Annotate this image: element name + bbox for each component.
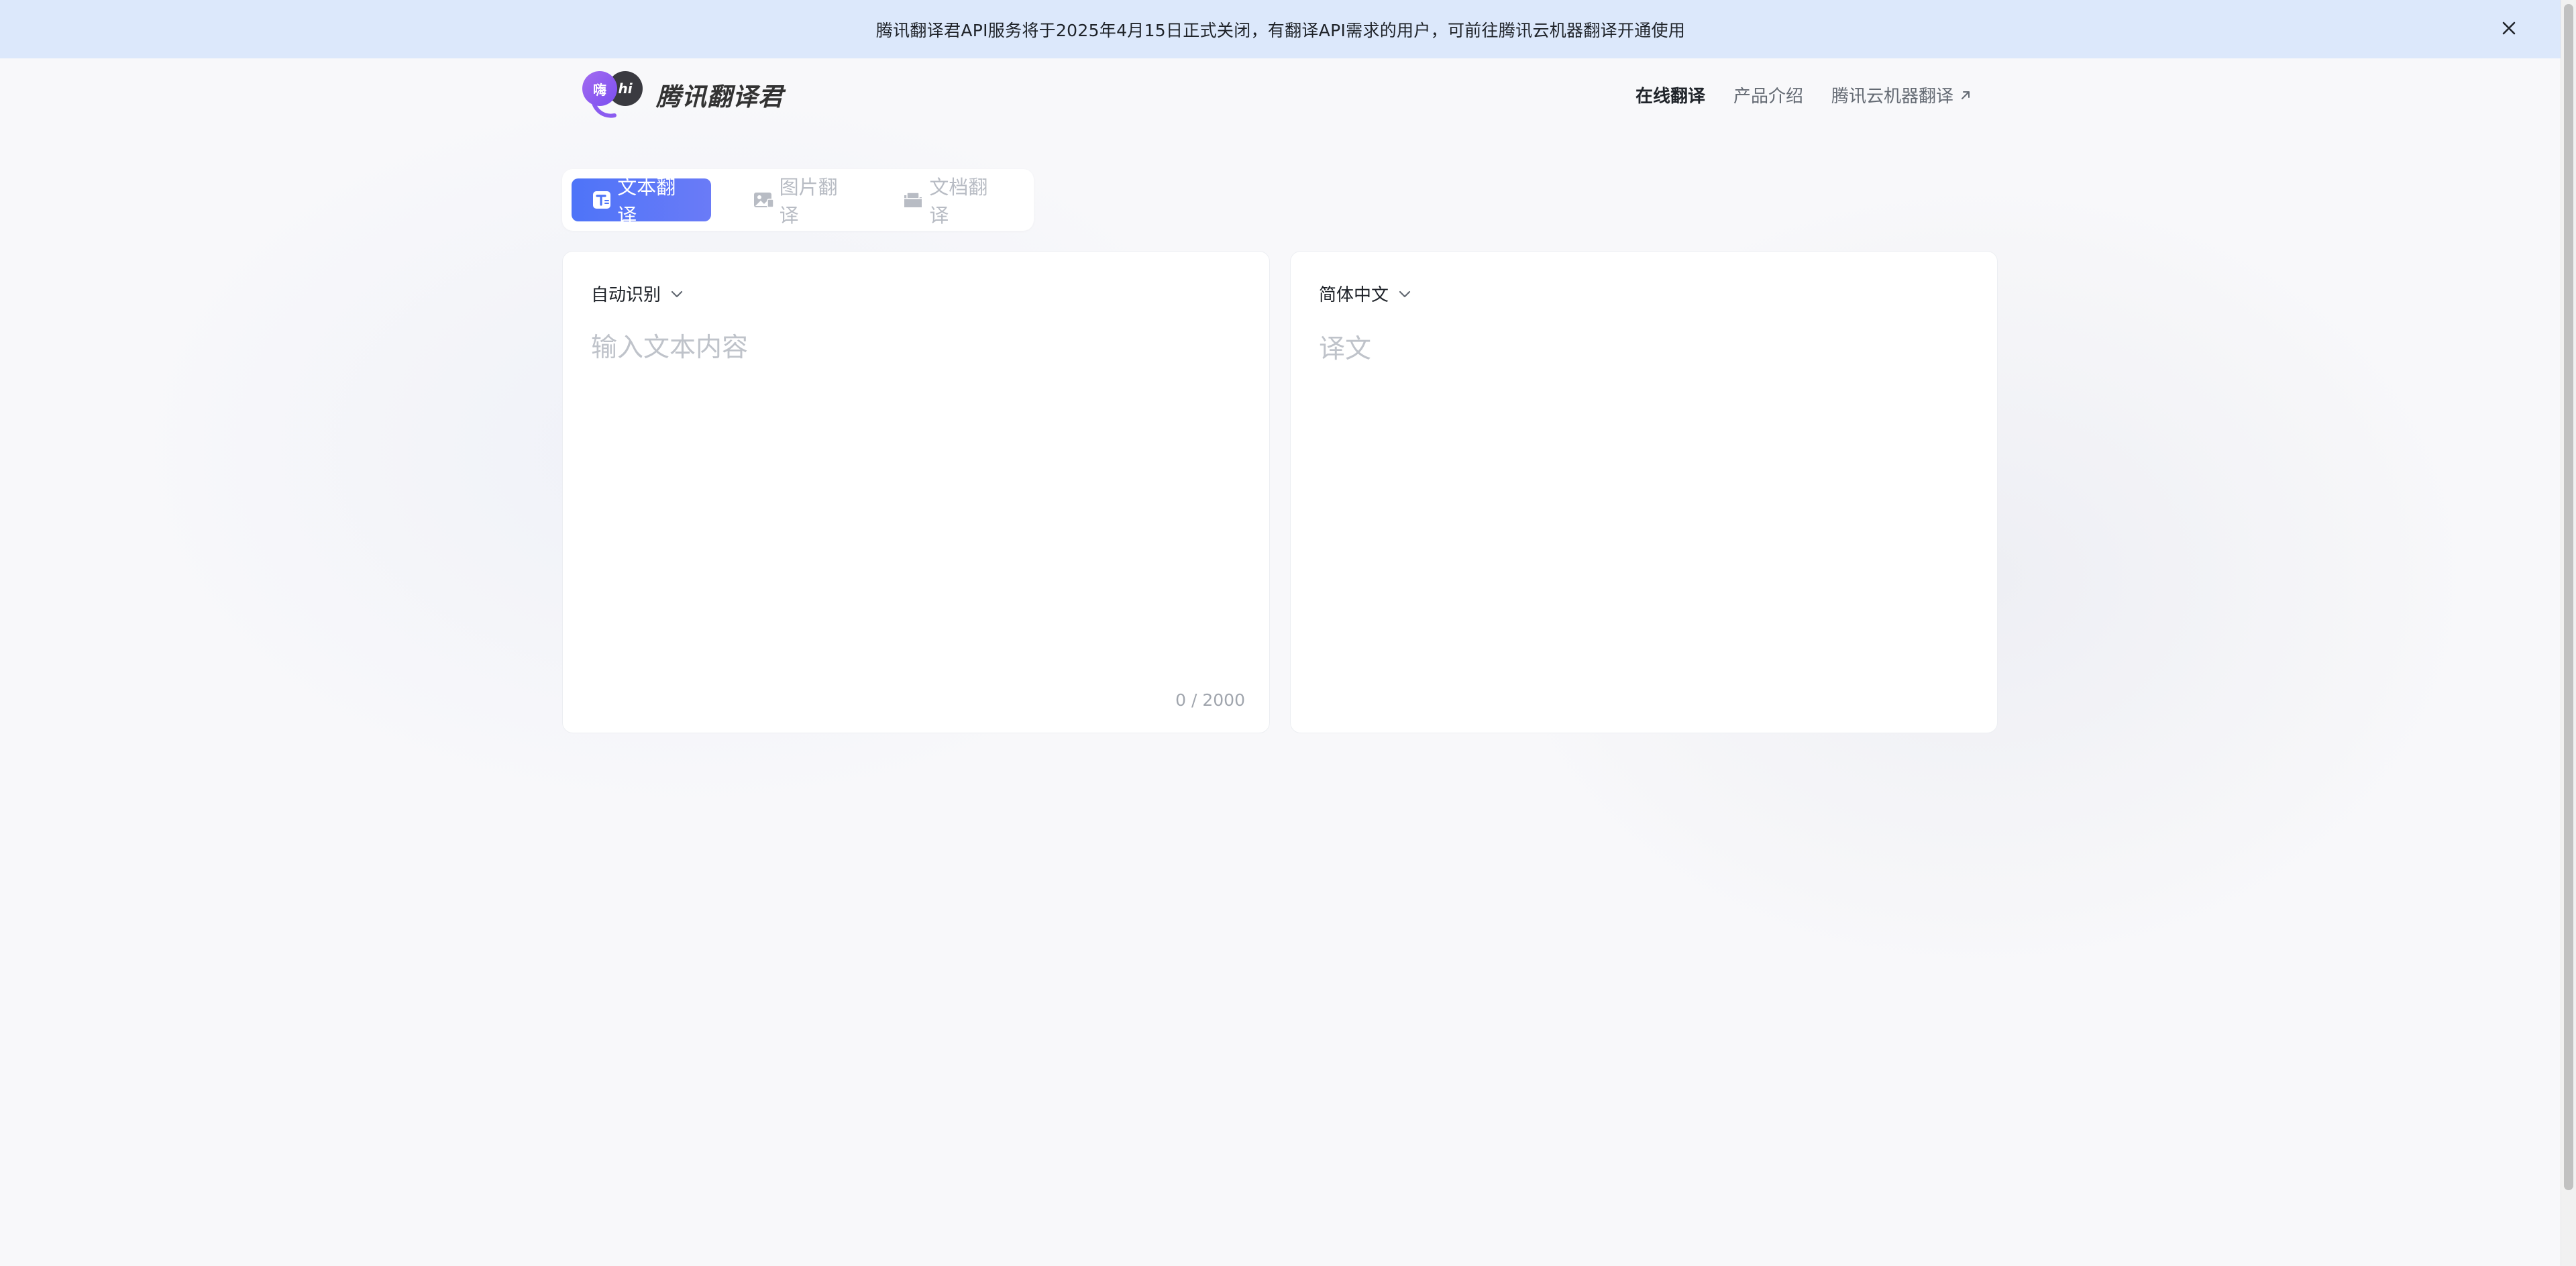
document-translate-icon: [902, 189, 924, 211]
logo-bubble-hai: 嗨: [582, 71, 617, 106]
char-counter: 0 / 2000: [1175, 690, 1245, 710]
page-scrollbar[interactable]: [2561, 0, 2576, 1266]
target-panel: 简体中文 译文: [1290, 251, 1998, 733]
nav-online-translate[interactable]: 在线翻译: [1635, 83, 1705, 107]
nav-product-intro[interactable]: 产品介绍: [1733, 83, 1803, 107]
text-translate-icon: [592, 189, 612, 211]
target-language-select[interactable]: 简体中文: [1319, 281, 1411, 306]
banner-text: 腾讯翻译君API服务将于2025年4月15日正式关闭，有翻译API需求的用户，可…: [875, 20, 1686, 40]
target-language-label: 简体中文: [1319, 285, 1389, 305]
source-text-input[interactable]: [591, 327, 1235, 635]
brand-logo[interactable]: hi 嗨 腾讯翻译君: [578, 68, 784, 121]
logo-icon: hi 嗨: [578, 68, 645, 121]
announcement-banner: 腾讯翻译君API服务将于2025年4月15日正式关闭，有翻译API需求的用户，可…: [0, 0, 2561, 58]
tab-text-translate[interactable]: 文本翻译: [572, 176, 711, 227]
nav-tencent-cloud-mt[interactable]: 腾讯云机器翻译: [1831, 83, 1972, 107]
brand-name: 腾讯翻译君: [656, 83, 784, 111]
source-panel: 自动识别 0 / 2000: [562, 251, 1270, 733]
top-nav: 在线翻译 产品介绍 腾讯云机器翻译: [1635, 83, 1972, 107]
tab-image-translate[interactable]: 图片翻译: [734, 176, 871, 227]
tab-image-translate-label: 图片翻译: [779, 176, 838, 227]
translation-output: 译文: [1319, 334, 1372, 364]
tab-document-translate-label: 文档翻译: [929, 176, 988, 227]
external-link-icon: [1959, 89, 1972, 102]
tab-text-translate-label: 文本翻译: [617, 176, 676, 227]
translate-mode-tabs: 文本翻译 图片翻译 文档翻译: [562, 169, 1034, 231]
image-translate-icon: [753, 189, 774, 211]
close-banner-button[interactable]: [2496, 15, 2522, 42]
source-language-label: 自动识别: [591, 285, 661, 305]
chevron-down-icon: [1398, 289, 1411, 299]
nav-tencent-cloud-mt-label: 腾讯云机器翻译: [1831, 87, 1953, 107]
chevron-down-icon: [670, 289, 684, 299]
scrollbar-thumb[interactable]: [2564, 4, 2573, 1190]
close-icon: [2502, 21, 2516, 35]
tab-document-translate[interactable]: 文档翻译: [883, 176, 1020, 227]
source-language-select[interactable]: 自动识别: [591, 281, 684, 306]
